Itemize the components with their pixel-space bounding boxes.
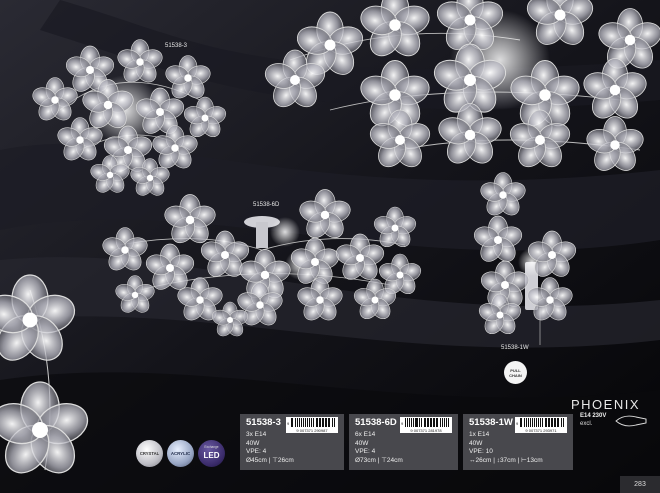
product-specs: 3x E14 40W VPE: 4 Ø45cm | ⊤26cm	[246, 431, 294, 465]
spec-line: Ø73cm | ⊤24cm	[355, 456, 403, 464]
product-info-51538-1w: 51538-1W 1x E14 40W VPE: 10 ↔26cm | ↕37c…	[463, 414, 573, 470]
barcode-bar	[538, 418, 539, 427]
spec-line: ↔26cm | ↕37cm | ⊢13cm	[469, 456, 543, 464]
barcode-bar	[292, 418, 294, 427]
barcode-bar	[321, 418, 322, 427]
barcode-bar	[445, 418, 447, 427]
barcode-bar	[541, 418, 544, 427]
pull-chain-text: PULL CHAIN	[509, 368, 522, 378]
barcode-bar	[562, 418, 564, 427]
catalog-page: 51538-3 51538-6D 51538-1W PULL CHAIN PHO…	[0, 0, 660, 493]
barcode-number: 9 007371 281978	[410, 428, 442, 433]
barcode-bar	[523, 418, 526, 427]
barcode-bar	[548, 418, 550, 427]
barcode-bar	[429, 418, 431, 427]
spec-line: Ø45cm | ⊤26cm	[246, 456, 294, 464]
barcode-bar	[441, 418, 443, 427]
barcode-bar	[437, 418, 439, 427]
barcode: 9 9 007371 290987	[286, 417, 338, 433]
barcode: 9 9 007371 293971	[515, 417, 567, 433]
barcode-bars	[405, 418, 450, 427]
family-title: PHOENIX	[571, 397, 641, 412]
barcode-bar	[325, 418, 327, 427]
barcode-bar	[525, 418, 527, 427]
bulb-voltage: E14 230V	[580, 413, 607, 419]
barcode-bar	[309, 418, 310, 427]
product-code: 51538-3	[246, 417, 281, 428]
barcode-bar	[312, 418, 315, 427]
spec-line: VPE: 4	[246, 448, 267, 456]
candle-bulb-icon	[615, 415, 647, 427]
led-label: LED	[203, 451, 220, 460]
led-exchange-label: Exchange	[204, 445, 219, 449]
led-badge: Exchange LED	[198, 440, 225, 467]
spec-line: VPE: 4	[355, 448, 376, 456]
barcode-bar	[521, 418, 523, 427]
barcode-bar	[529, 418, 531, 427]
barcode-bar	[304, 418, 306, 427]
barcode-bar	[417, 418, 418, 427]
crystal-badge: CRYSTAL	[136, 440, 163, 467]
product-code: 51538-1W	[469, 417, 513, 428]
spec-line: VPE: 10	[469, 448, 493, 456]
barcode-bar	[331, 418, 333, 427]
spec-line: 40W	[355, 439, 369, 447]
barcode-bar	[420, 418, 423, 427]
barcode-bar	[294, 418, 297, 427]
barcode-bar	[448, 418, 449, 427]
barcode-bars	[520, 418, 565, 427]
barcode-bar	[433, 418, 435, 427]
page-number: 283	[620, 476, 660, 493]
barcode-bar	[296, 418, 298, 427]
barcode-bar	[333, 418, 335, 427]
product-code: 51538-6D	[355, 417, 397, 428]
label-51538-1w: 51538-1W	[501, 345, 529, 351]
label-51538-6d: 51538-6D	[253, 202, 280, 208]
barcode-bar	[306, 418, 309, 427]
barcode-bar	[319, 418, 321, 427]
barcode-bar	[558, 418, 560, 427]
spec-line: 40W	[469, 439, 483, 447]
barcode: 9 9 007371 281978	[400, 417, 452, 433]
barcode-bar	[408, 418, 411, 427]
barcode-bar	[405, 418, 406, 427]
barcode-bar	[439, 418, 442, 427]
crystal-label: CRYSTAL	[139, 451, 160, 456]
barcode-bar	[425, 418, 426, 427]
spec-line: 40W	[246, 439, 260, 447]
barcode-bar	[533, 418, 535, 427]
barcode-bar	[535, 418, 538, 427]
product-specs: 6x E14 40W VPE: 4 Ø73cm | ⊤24cm	[355, 431, 403, 465]
barcode-bars	[291, 418, 336, 427]
product-specs: 1x E14 40W VPE: 10 ↔26cm | ↕37cm | ⊢13cm	[469, 431, 543, 465]
product-info-51538-3: 51538-3 3x E14 40W VPE: 4 Ø45cm | ⊤26cm …	[240, 414, 344, 470]
acrylic-badge: ACRYLIC	[167, 440, 194, 467]
product-info-51538-6d: 51538-6D 6x E14 40W VPE: 4 Ø73cm | ⊤24cm…	[349, 414, 458, 470]
barcode-bar	[300, 418, 302, 427]
barcode-bar	[316, 418, 318, 427]
label-51538-3: 51538-3	[165, 43, 188, 49]
spec-line: 6x E14	[355, 431, 376, 438]
acrylic-label: ACRYLIC	[170, 451, 191, 456]
barcode-bar	[329, 418, 331, 427]
barcode-bar	[550, 418, 551, 427]
barcode-number: 9 007371 293971	[525, 428, 557, 433]
barcode-bar	[427, 418, 429, 427]
barcode-number: 9 007371 290987	[296, 428, 328, 433]
barcode-bar	[554, 418, 556, 427]
barcode-bar	[560, 418, 562, 427]
pull-chain-badge: PULL CHAIN	[504, 361, 527, 384]
barcode-bar	[412, 418, 414, 427]
barcode-bar	[415, 418, 417, 427]
bulb-excl: excl.	[580, 421, 593, 427]
barcode-bar	[545, 418, 547, 427]
